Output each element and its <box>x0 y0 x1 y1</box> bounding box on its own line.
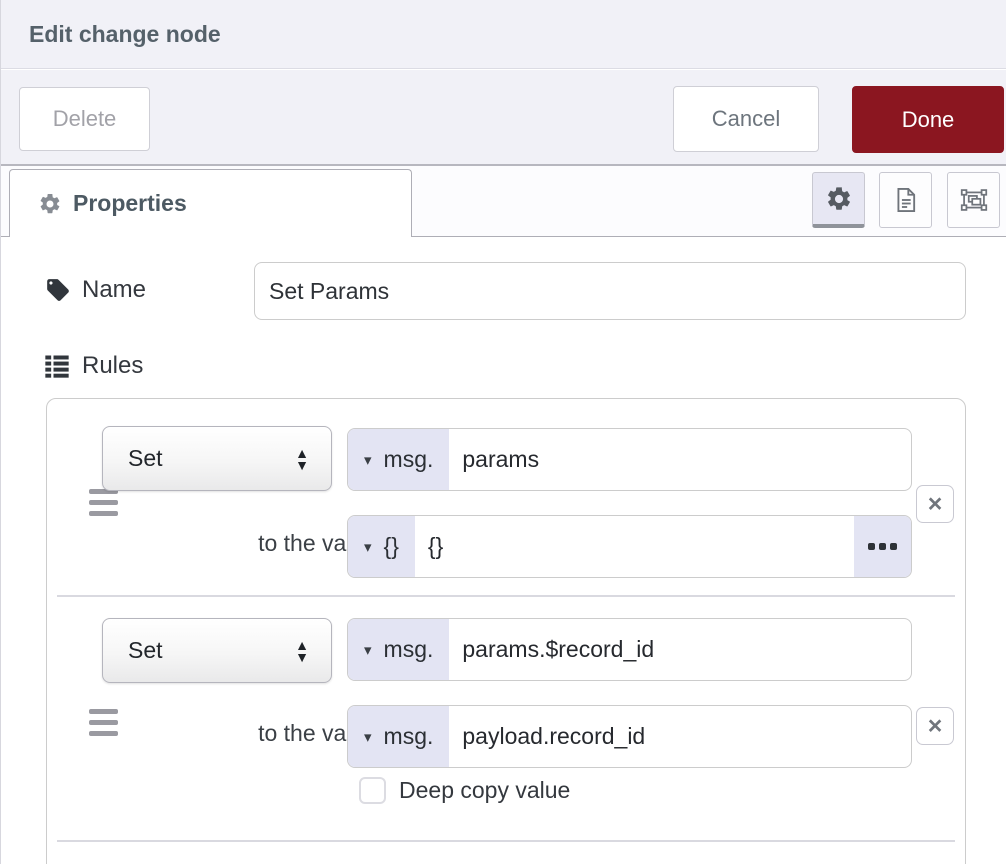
value-type-label: {} <box>384 533 399 560</box>
tag-icon <box>45 277 71 303</box>
rule-property-input[interactable]: ▾ msg. params <box>347 428 912 491</box>
object-group-icon <box>960 186 988 214</box>
deep-copy-checkbox[interactable] <box>359 777 386 804</box>
gear-icon <box>38 192 62 216</box>
caret-down-icon: ▾ <box>364 538 372 556</box>
property-type-button[interactable]: ▾ msg. <box>348 429 449 490</box>
property-type-label: msg. <box>384 446 434 473</box>
dialog-button-bar: Delete Cancel Done <box>1 70 1006 166</box>
select-arrows-icon: ▲▼ <box>295 639 309 663</box>
done-button[interactable]: Done <box>852 86 1004 153</box>
rules-container: Set ▲▼ ▾ msg. params × to the value ▾ {}… <box>46 398 966 864</box>
edit-change-node-dialog: Edit change node Delete Cancel Done Prop… <box>0 0 1006 864</box>
caret-down-icon: ▾ <box>364 641 372 659</box>
dialog-title: Edit change node <box>29 0 221 69</box>
rule-divider <box>57 840 955 842</box>
rule-property-input[interactable]: ▾ msg. params.$record_id <box>347 618 912 681</box>
property-type-button[interactable]: ▾ msg. <box>348 619 449 680</box>
deep-copy-label: Deep copy value <box>399 777 570 804</box>
caret-down-icon: ▾ <box>364 728 372 746</box>
rules-label: Rules <box>82 352 143 380</box>
value-text[interactable]: {} <box>415 516 854 577</box>
close-icon: × <box>928 714 943 739</box>
gear-icon <box>825 185 853 213</box>
ellipsis-icon <box>868 543 875 550</box>
select-arrows-icon: ▲▼ <box>295 447 309 471</box>
close-icon: × <box>928 492 943 517</box>
cancel-button[interactable]: Cancel <box>673 86 819 152</box>
remove-rule-button[interactable]: × <box>916 707 954 745</box>
properties-tab-button[interactable] <box>812 172 865 228</box>
expand-editor-button[interactable] <box>854 516 911 577</box>
value-type-label: msg. <box>384 723 434 750</box>
rule-action-select[interactable]: Set ▲▼ <box>102 426 332 491</box>
tab-properties-label: Properties <box>73 190 187 217</box>
caret-down-icon: ▾ <box>364 451 372 469</box>
name-input[interactable] <box>254 262 966 320</box>
to-the-value-label: to the value <box>107 530 377 557</box>
rule-drag-handle[interactable] <box>89 489 118 516</box>
rule-action-select[interactable]: Set ▲▼ <box>102 618 332 683</box>
name-label-row: Name <box>45 276 146 304</box>
rule-action-value: Set <box>128 445 295 472</box>
delete-button[interactable]: Delete <box>19 87 150 151</box>
appearance-tab-button[interactable] <box>947 172 1000 228</box>
document-icon <box>892 186 920 214</box>
value-text[interactable]: payload.record_id <box>449 706 911 767</box>
rule-action-value: Set <box>128 637 295 664</box>
property-value[interactable]: params <box>449 429 911 490</box>
property-value[interactable]: params.$record_id <box>449 619 911 680</box>
value-type-button[interactable]: ▾ msg. <box>348 706 449 767</box>
tab-properties[interactable]: Properties <box>9 169 412 237</box>
deep-copy-row: Deep copy value <box>359 777 570 804</box>
property-type-label: msg. <box>384 636 434 663</box>
rule-divider <box>57 595 955 597</box>
dialog-header: Edit change node <box>1 0 1006 69</box>
description-tab-button[interactable] <box>879 172 932 228</box>
name-label: Name <box>82 276 146 304</box>
list-icon <box>43 352 71 380</box>
rule-value-input[interactable]: ▾ msg. payload.record_id <box>347 705 912 768</box>
remove-rule-button[interactable]: × <box>916 485 954 523</box>
tab-bar: Properties <box>1 166 1006 237</box>
to-the-value-label: to the value <box>107 720 377 747</box>
rule-value-input[interactable]: ▾ {} {} <box>347 515 912 578</box>
value-type-button[interactable]: ▾ {} <box>348 516 415 577</box>
rules-label-row: Rules <box>43 352 143 380</box>
